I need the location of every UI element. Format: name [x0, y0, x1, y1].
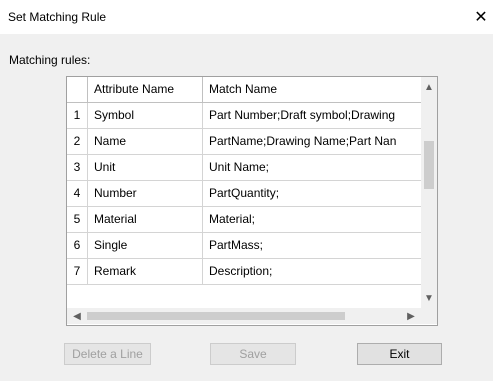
table-row[interactable]: 3 Unit Unit Name; — [67, 155, 421, 181]
table-row[interactable]: 7 Remark Description; — [67, 259, 421, 285]
match-name-cell[interactable]: PartMass; — [203, 233, 421, 259]
horizontal-scroll-thumb[interactable] — [87, 312, 345, 320]
attribute-name-cell[interactable]: Remark — [88, 259, 203, 285]
match-name-header[interactable]: Match Name — [203, 77, 421, 103]
window-title: Set Matching Rule — [8, 10, 107, 24]
match-name-cell[interactable]: Material; — [203, 207, 421, 233]
match-name-cell[interactable]: Unit Name; — [203, 155, 421, 181]
matching-rules-label: Matching rules: — [9, 53, 91, 67]
attribute-name-cell[interactable]: Material — [88, 207, 203, 233]
exit-button[interactable]: Exit — [357, 343, 442, 365]
match-name-cell[interactable]: Description; — [203, 259, 421, 285]
save-button[interactable]: Save — [210, 343, 296, 365]
match-name-cell[interactable]: PartQuantity; — [203, 181, 421, 207]
match-name-cell[interactable]: PartName;Drawing Name;Part Nan — [203, 129, 421, 155]
matching-rules-grid[interactable]: Attribute Name Match Name 1 Symbol Part … — [66, 76, 438, 326]
row-number[interactable]: 6 — [67, 233, 88, 259]
attribute-name-cell[interactable]: Single — [88, 233, 203, 259]
vertical-scrollbar[interactable] — [421, 77, 437, 308]
row-number[interactable]: 3 — [67, 155, 88, 181]
row-number[interactable]: 2 — [67, 129, 88, 155]
row-number[interactable]: 4 — [67, 181, 88, 207]
delete-line-button[interactable]: Delete a Line — [64, 343, 151, 365]
attribute-name-cell[interactable]: Number — [88, 181, 203, 207]
scrollbar-corner — [421, 308, 437, 324]
scroll-left-icon[interactable]: ◀ — [69, 308, 85, 324]
attribute-name-cell[interactable]: Symbol — [88, 103, 203, 129]
table-row[interactable]: 1 Symbol Part Number;Draft symbol;Drawin… — [67, 103, 421, 129]
close-icon[interactable]: ✕ — [469, 4, 493, 30]
table-row[interactable]: 6 Single PartMass; — [67, 233, 421, 259]
scroll-right-icon[interactable]: ▶ — [403, 308, 419, 324]
row-number[interactable]: 7 — [67, 259, 88, 285]
match-name-cell[interactable]: Part Number;Draft symbol;Drawing — [203, 103, 421, 129]
scroll-down-icon[interactable]: ▼ — [421, 290, 437, 306]
row-number-header — [67, 77, 88, 103]
vertical-scroll-thumb[interactable] — [424, 141, 434, 189]
table-row[interactable]: 2 Name PartName;Drawing Name;Part Nan — [67, 129, 421, 155]
attribute-name-cell[interactable]: Unit — [88, 155, 203, 181]
table-row[interactable]: 5 Material Material; — [67, 207, 421, 233]
row-number[interactable]: 5 — [67, 207, 88, 233]
scroll-up-icon[interactable]: ▲ — [421, 79, 437, 95]
table-row[interactable]: 4 Number PartQuantity; — [67, 181, 421, 207]
grid-header-row: Attribute Name Match Name — [67, 77, 421, 103]
title-bar: Set Matching Rule ✕ — [0, 0, 493, 34]
attribute-name-cell[interactable]: Name — [88, 129, 203, 155]
attribute-name-header[interactable]: Attribute Name — [88, 77, 203, 103]
row-number[interactable]: 1 — [67, 103, 88, 129]
